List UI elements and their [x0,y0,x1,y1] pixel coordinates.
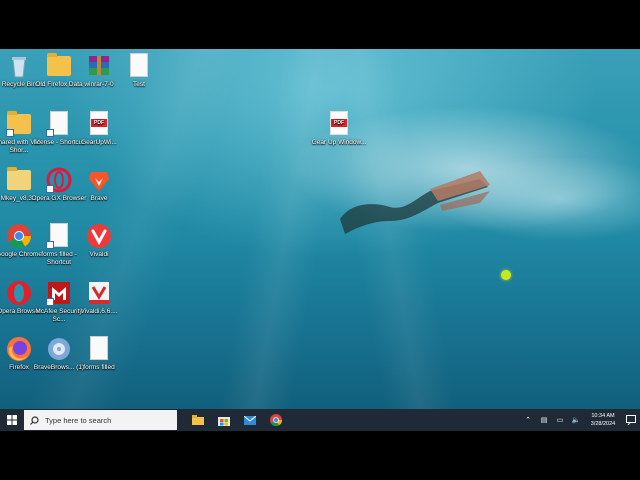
display-icon[interactable]: ▭ [552,416,568,424]
search-placeholder: Type here to search [45,415,112,425]
desktop[interactable]: Recycle Bin Shared with VM - Shor... Mke… [0,49,640,431]
taskbar: Type here to search ⌃ ▤ ▭ 🔈 10:34 AM 3/2… [0,409,640,431]
show-hidden-icons-chevron-icon[interactable]: ⌃ [520,416,536,424]
clock[interactable]: 10:34 AM 3/28/2024 [584,412,622,428]
pdf-icon: PDF [86,111,112,137]
desktop-icon-label: Test [133,81,145,88]
desktop-icon-brave[interactable]: Brave [71,167,127,203]
desktop-icon-label: forms filled [83,364,115,371]
winrar-icon [86,53,112,79]
volume-icon[interactable]: 🔈 [568,416,584,424]
shortcut-document-icon [46,111,72,137]
mcafee-icon [46,280,72,306]
desktop-icon-label: Vivaldi.6.6.... [80,308,118,315]
vivaldi-icon [86,223,112,249]
desktop-icon-vivaldi-installer[interactable]: Vivaldi.6.6.... [71,280,127,316]
folder-icon [46,53,72,79]
desktop-icon-label: GearUpWi... [81,139,117,146]
microsoft-store-icon [218,416,230,426]
desktop-icon-label: Gear Up Window... [311,139,367,146]
clock-date: 3/28/2024 [590,421,616,427]
taskbar-microsoft-store[interactable] [211,409,237,431]
taskbar-chrome[interactable] [263,409,289,431]
shortcut-document-icon [46,223,72,249]
brave-installer-icon [46,336,72,362]
taskbar-file-explorer[interactable] [185,409,211,431]
desktop-icon-forms-filled[interactable]: forms filled [71,336,127,372]
desktop-icon-test[interactable]: Test [111,53,167,89]
firefox-icon [6,336,32,362]
text-document-icon [86,336,112,362]
brave-icon [86,167,112,193]
start-button[interactable] [0,409,24,431]
shortcut-folder-icon [6,111,32,137]
wallpaper-diver [340,171,490,234]
desktop-icon-label: Vivaldi [89,251,109,258]
file-icon [6,167,32,193]
notification-center-button[interactable] [622,415,640,425]
chrome-icon [270,414,282,426]
clock-time: 10:34 AM [591,413,615,419]
network-icon[interactable]: ▤ [536,416,552,424]
windows-icon [7,415,17,425]
pdf-icon: PDF [326,111,352,137]
notification-icon [626,415,636,425]
desktop-icon-gear-up-window[interactable]: PDF Gear Up Window... [311,111,367,147]
mouse-cursor-highlight [501,270,511,280]
mail-icon [244,415,256,425]
opera-gx-icon [46,167,72,193]
system-tray: ⌃ ▤ ▭ 🔈 10:34 AM 3/28/2024 [520,409,640,431]
file-explorer-icon [192,415,204,425]
desktop-icon-label: Brave [90,195,108,202]
text-document-icon [126,53,152,79]
desktop-icon-gearupwi[interactable]: PDF GearUpWi... [71,111,127,147]
search-icon [30,415,39,425]
recycle-bin-icon [6,53,32,79]
taskbar-mail[interactable] [237,409,263,431]
vivaldi-installer-icon [86,280,112,306]
taskbar-search-box[interactable]: Type here to search [24,410,177,430]
desktop-icon-vivaldi[interactable]: Vivaldi [71,223,127,259]
opera-icon [6,280,32,306]
chrome-icon [6,223,32,249]
